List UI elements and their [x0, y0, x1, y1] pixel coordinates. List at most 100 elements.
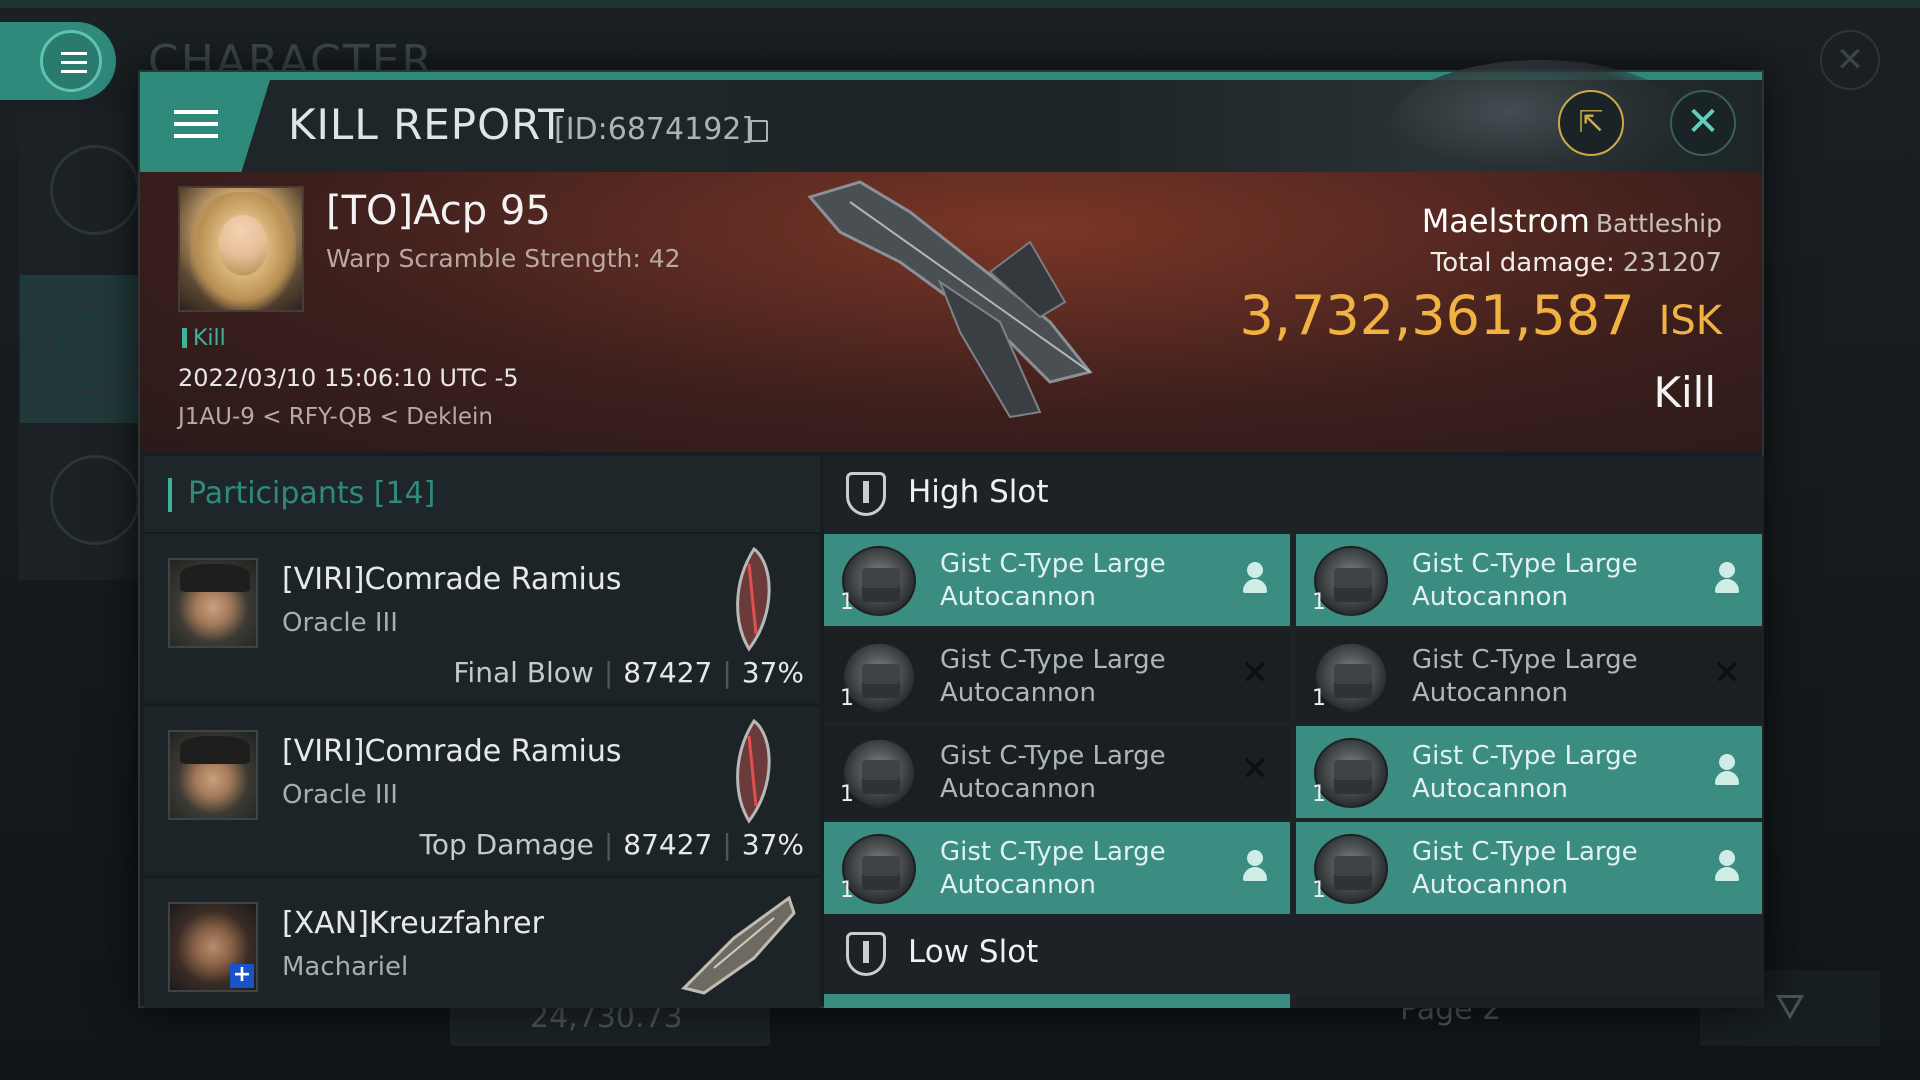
module-quantity: 1: [840, 686, 854, 711]
module-name: Gist C-Type Large Autocannon: [940, 549, 1166, 612]
kill-datetime: 2022/03/10 15:06:10 UTC -5: [178, 364, 519, 392]
bg-sidebar-list-icon[interactable]: [50, 145, 140, 235]
participant-ship-image: [736, 546, 771, 652]
module-cell[interactable]: 1 Gist C-Type Large Autocannon ✕: [824, 630, 1290, 722]
victim-ship-image: [807, 180, 1093, 419]
module-cell[interactable]: 1 Gist C-Type Large Autocannon ✕: [1296, 630, 1762, 722]
person-icon: [1238, 848, 1272, 882]
module-name: Gist C-Type Large Autocannon: [940, 837, 1166, 900]
hamburger-icon: [61, 52, 87, 55]
module-cell[interactable]: 1 Gist C-Type Large Autocannon: [824, 534, 1290, 626]
total-damage-label: Total damage:: [1430, 248, 1615, 278]
participant-damage: 87427: [623, 828, 713, 861]
module-cell[interactable]: 1 Gist C-Type Large Autocannon: [1296, 534, 1762, 626]
portrait-hair: [190, 192, 296, 310]
module-name: Gist C-Type Large Autocannon: [940, 741, 1166, 804]
person-icon: [1710, 848, 1744, 882]
stats-separator: |: [603, 828, 614, 861]
isk-unit: ISK: [1658, 298, 1722, 344]
report-id: [ID:6874192]: [554, 112, 754, 147]
stats-separator: |: [722, 828, 732, 861]
participant-avatar: +: [168, 902, 258, 992]
stats-separator: |: [603, 656, 614, 689]
close-icon[interactable]: ✕: [1670, 90, 1736, 156]
dialog-menu-button[interactable]: [140, 80, 270, 172]
victim-subtitle: Warp Scramble Strength: 42: [326, 244, 681, 273]
dialog-title: KILL REPORT: [288, 100, 565, 149]
participant-stats: Top Damage | 87427 | 37%: [420, 828, 805, 861]
participant-role: Final Blow: [453, 656, 594, 689]
bg-top-line: [0, 0, 1920, 8]
participant-row[interactable]: [VIRI]Comrade Ramius Oracle III Top Dama…: [144, 704, 820, 874]
x-icon: ✕: [1240, 653, 1270, 693]
module-cell[interactable]: [1296, 994, 1762, 1008]
participant-ship: Oracle III: [282, 780, 398, 810]
participant-name: [VIRI]Comrade Ramius: [282, 734, 622, 769]
bg-close-icon[interactable]: ✕: [1820, 30, 1880, 90]
ship-name: Maelstrom: [1421, 202, 1590, 240]
victim-ship[interactable]: Maelstrom Battleship: [1422, 202, 1722, 240]
module-name: Gist C-Type Large Autocannon: [940, 645, 1166, 708]
module-quantity: 1: [1312, 686, 1326, 711]
bg-sidebar-swords-icon[interactable]: [50, 305, 140, 395]
avatar-cap: [180, 564, 250, 592]
module-cell[interactable]: 1 Gist C-Type Large Autocannon: [1296, 822, 1762, 914]
module-quantity: 1: [1312, 590, 1326, 615]
module-quantity: 1: [1312, 878, 1326, 903]
victim-name[interactable]: [TO]Acp 95: [326, 188, 551, 234]
kill-tag-label: Kill: [193, 326, 226, 351]
dialog-header: KILL REPORT [ID:6874192] ⇱ ✕: [140, 60, 1762, 190]
victim-banner: [TO]Acp 95 Warp Scramble Strength: 42 Ki…: [140, 172, 1762, 452]
fitting-panel: High Slot 1 Gist C-Type Large Autocannon…: [824, 456, 1764, 1008]
bg-main-menu-button[interactable]: [0, 22, 116, 100]
plus-icon: +: [230, 964, 254, 988]
participant-ship: Machariel: [282, 952, 409, 982]
high-slot-header: High Slot: [824, 456, 1764, 532]
participant-percent: 37%: [741, 828, 804, 861]
bg-sidebar-star-icon[interactable]: [50, 455, 140, 545]
module-cell[interactable]: 1 Gist C-Type Large Autocannon: [1296, 726, 1762, 818]
victim-portrait[interactable]: [178, 186, 304, 312]
module-quantity: 1: [840, 782, 854, 807]
shield-slot-icon: [846, 932, 886, 976]
participant-ship: Oracle III: [282, 608, 398, 638]
module-cell[interactable]: 1 Gist C-Type Large Autocannon: [824, 822, 1290, 914]
total-damage-value: 231207: [1622, 248, 1722, 278]
header-decoration: [1390, 60, 1690, 190]
stats-separator: |: [722, 656, 732, 689]
module-quantity: 1: [840, 878, 854, 903]
module-cell[interactable]: 1 Gist C-Type Large Autocannon ✕: [824, 726, 1290, 818]
bg-menu-circle: [40, 30, 102, 92]
participant-ship-image: [736, 718, 771, 824]
module-name: Gist C-Type Large Autocannon: [1412, 741, 1638, 804]
participants-header: Participants [14]: [144, 456, 820, 532]
kill-report-dialog: KILL REPORT [ID:6874192] ⇱ ✕ [TO]Acp 95 …: [138, 60, 1764, 1008]
participant-percent: 37%: [741, 656, 804, 689]
share-icon[interactable]: ⇱: [1558, 90, 1624, 156]
participants-panel: Participants [14] [VIRI]Comrade Ramius O…: [144, 456, 820, 1008]
participants-header-bar: [168, 478, 172, 512]
module-name: Gist C-Type Large Autocannon: [1412, 645, 1638, 708]
isk-amount: 3,732,361,587: [1239, 284, 1635, 347]
participant-row[interactable]: [VIRI]Comrade Ramius Oracle III Final Bl…: [144, 532, 820, 702]
module-quantity: 1: [840, 590, 854, 615]
hamburger-icon: [174, 110, 218, 114]
kill-location[interactable]: J1AU-9 < RFY-QB < Deklein: [178, 404, 493, 430]
person-icon: [1238, 560, 1272, 594]
participant-row[interactable]: + [XAN]Kreuzfahrer Machariel: [144, 876, 820, 1008]
module-quantity: 1: [1312, 782, 1326, 807]
participant-role: Top Damage: [419, 828, 594, 861]
kill-tag: Kill: [182, 326, 226, 351]
participant-stats: Final Blow | 87427 | 37%: [453, 656, 804, 689]
copy-icon[interactable]: [750, 120, 768, 142]
participant-avatar: [168, 730, 258, 820]
participant-name: [VIRI]Comrade Ramius: [282, 562, 622, 597]
low-slot-header: Low Slot: [824, 916, 1764, 992]
person-icon: [1710, 560, 1744, 594]
total-damage: Total damage: 231207: [1431, 248, 1722, 278]
person-icon: [1710, 752, 1744, 786]
module-name: Gist C-Type Large Autocannon: [1412, 837, 1638, 900]
participant-damage: 87427: [623, 656, 713, 689]
module-cell[interactable]: [824, 994, 1290, 1008]
shield-slot-icon: [846, 472, 886, 516]
